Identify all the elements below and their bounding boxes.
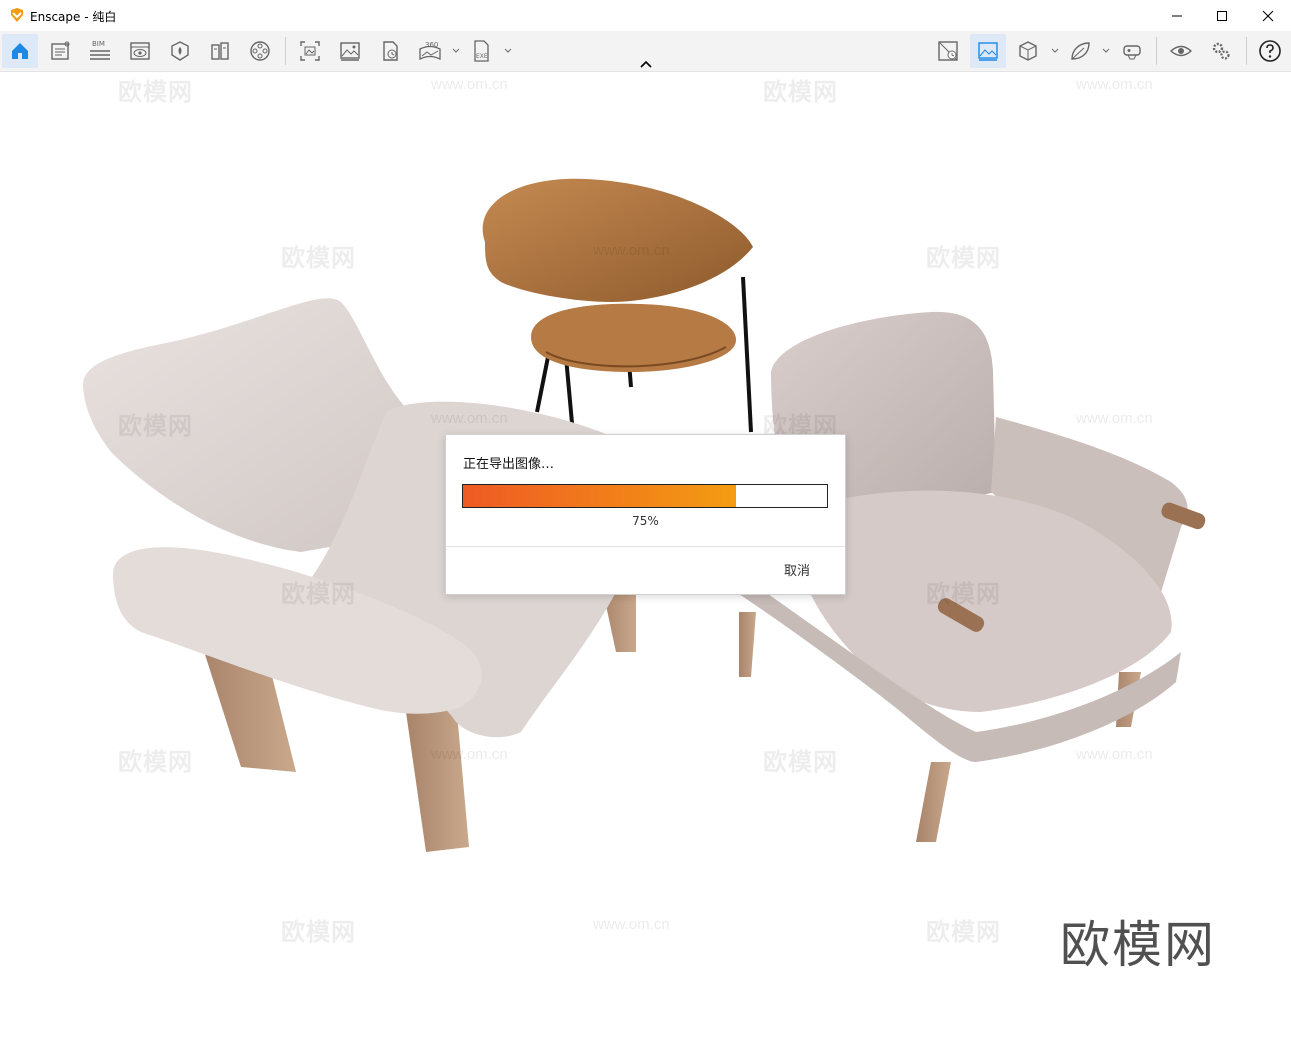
eye-button[interactable] [1163,34,1199,68]
settings-button[interactable] [1203,34,1239,68]
toolbar-separator [1156,37,1157,65]
svg-text:BIM: BIM [92,40,105,48]
watermark-logo: 欧模网 [281,919,356,946]
screenshot-icon [300,41,320,61]
cancel-button[interactable]: 取消 [771,558,823,580]
window-title: Enscape - 纯白 [30,10,117,24]
panorama-360-icon: 360 [419,41,441,61]
maximize-button[interactable] [1199,0,1245,31]
watermark-logo: 欧模网 [118,749,193,776]
svg-text:EXE: EXE [476,53,488,60]
close-icon [1262,10,1274,21]
watermark-url: www.om.cn [431,76,508,93]
dialog-divider [446,546,845,547]
collapse-toolbar-icon[interactable] [639,59,653,69]
visual-settings-icon [978,42,998,61]
material-editor-icon [211,42,229,60]
views-manager-button[interactable] [930,34,966,68]
watermark-logo: 欧模网 [118,79,193,106]
bim-icon: BIM [90,40,110,60]
chevron-down-icon[interactable] [1050,46,1060,56]
enscape-logo-icon [11,8,23,22]
view-icon [130,42,150,60]
progress-bar [462,484,828,508]
vr-headset-icon [1123,45,1141,60]
toolbar: BIM 360 EXE [0,31,1291,72]
toolbar-separator [1246,37,1247,65]
progress-bar-fill [463,485,736,507]
exe-export-icon: EXE [474,40,489,62]
watermark-url: www.om.cn [1076,746,1153,763]
asset-library-button[interactable] [162,34,198,68]
watermark-url: www.om.cn [431,746,508,763]
views-manager-icon [938,41,958,61]
batch-render-button[interactable] [372,34,408,68]
title-bar: Enscape - 纯白 [0,0,1291,31]
progress-percentage: 75% [632,514,659,528]
exe-export-button[interactable]: EXE [464,34,500,68]
asset-library-icon [171,41,189,61]
minimize-icon [1172,15,1182,16]
project-notes-icon [51,41,70,60]
watermark-logo: 欧模网 [281,245,356,272]
chevron-down-icon[interactable] [1101,46,1111,56]
watermark-logo: 欧模网 [763,79,838,106]
watermark-url: www.om.cn [1076,76,1153,93]
help-button[interactable] [1252,34,1288,68]
video-editor-button[interactable] [242,34,278,68]
atmosphere-icon [1071,42,1090,60]
cube-view-icon [1019,41,1037,61]
export-progress-dialog: 正在导出图像… 75% 取消 [445,434,846,595]
watermark-logo: 欧模网 [926,581,1001,608]
toolbar-separator [285,37,286,65]
dialog-title: 正在导出图像… [463,457,555,472]
watermark-logo: 欧模网 [118,413,193,440]
vr-headset-button[interactable] [1114,34,1150,68]
watermark-logo: 欧模网 [763,749,838,776]
atmosphere-button[interactable] [1062,34,1098,68]
leather-chair [482,178,753,435]
render-image-button[interactable] [332,34,368,68]
chevron-down-icon[interactable] [503,46,513,56]
maximize-icon [1217,10,1227,21]
cube-view-button[interactable] [1010,34,1046,68]
watermark-url: www.om.cn [1076,410,1153,427]
watermark-url: www.om.cn [593,916,670,933]
minimize-button[interactable] [1154,0,1200,31]
watermark-url: www.om.cn [431,410,508,427]
view-button[interactable] [122,34,158,68]
watermark-url: www.om.cn [593,242,670,259]
eye-icon [1170,45,1192,57]
visual-settings-button[interactable] [970,34,1006,68]
render-image-icon [340,42,360,61]
batch-render-icon [383,41,398,61]
close-button[interactable] [1245,0,1291,31]
watermark-logo: 欧模网 [281,581,356,608]
brand-watermark: 欧模网 [1060,916,1216,974]
panorama-button[interactable]: 360 [412,34,448,68]
chevron-down-icon[interactable] [451,46,461,56]
watermark-logo: 欧模网 [926,919,1001,946]
home-button[interactable] [2,34,38,68]
project-notes-button[interactable] [42,34,78,68]
material-editor-button[interactable] [202,34,238,68]
help-icon [1259,40,1281,62]
screenshot-button[interactable] [292,34,328,68]
bim-button[interactable]: BIM [82,34,118,68]
video-editor-icon [250,41,270,61]
settings-icon [1212,42,1230,60]
watermark-logo: 欧模网 [926,245,1001,272]
home-icon [12,43,28,59]
